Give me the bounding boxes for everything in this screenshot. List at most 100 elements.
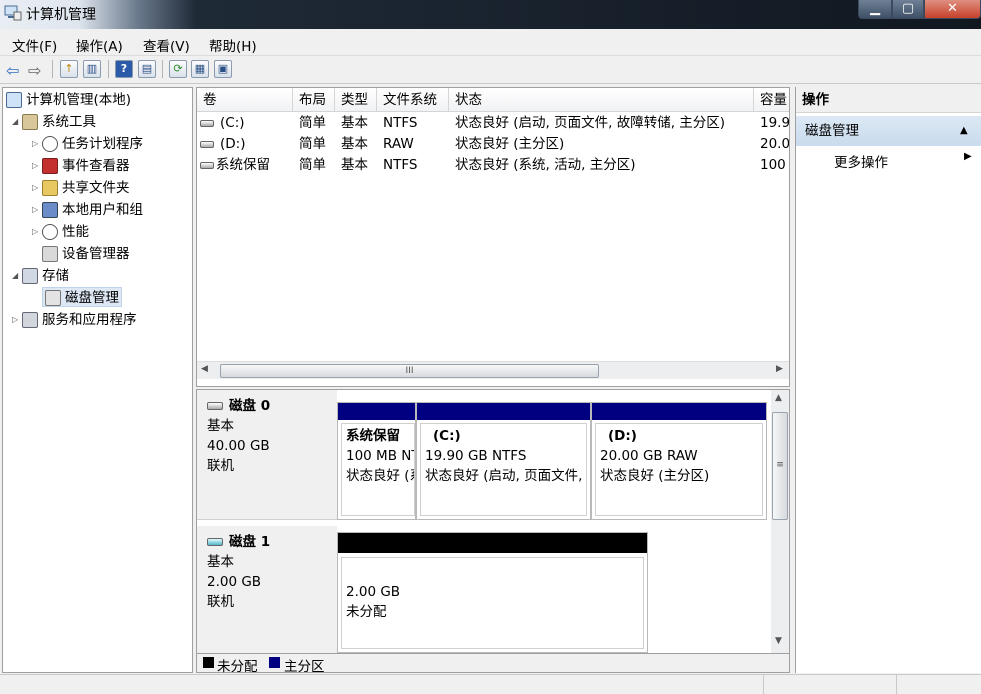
column-header-status[interactable]: 状态 bbox=[449, 88, 754, 112]
submenu-arrow-icon[interactable]: ▶ bbox=[964, 151, 972, 162]
scroll-thumb[interactable]: ≡ bbox=[772, 412, 788, 520]
back-icon[interactable]: ⇦ bbox=[6, 61, 19, 80]
computer-management-icon bbox=[6, 92, 22, 108]
disk-management-icon bbox=[45, 290, 61, 306]
tree-label: 存储 bbox=[42, 268, 69, 284]
collapsed-arrow-icon[interactable]: ▷ bbox=[32, 134, 42, 154]
export-icon[interactable]: ▣ bbox=[214, 60, 232, 78]
column-header-layout[interactable]: 布局 bbox=[293, 88, 335, 112]
tree-item-event-viewer[interactable]: ▷ 事件查看器 bbox=[32, 156, 130, 176]
collapsed-arrow-icon[interactable]: ▷ bbox=[32, 178, 42, 198]
partition-color-bar bbox=[338, 533, 647, 553]
up-icon[interactable]: ↑ bbox=[60, 60, 78, 78]
disk-1-info[interactable]: 磁盘 1 基本 2.00 GB 联机 bbox=[197, 526, 337, 653]
tree-item-device-manager[interactable]: 设备管理器 bbox=[42, 244, 130, 264]
minimize-button[interactable]: ▁ bbox=[858, 0, 892, 19]
partition-status: 未分配 bbox=[346, 604, 387, 620]
legend-swatch-primary bbox=[269, 657, 280, 668]
partition-title: (C:) bbox=[433, 428, 461, 444]
forward-icon[interactable]: ⇨ bbox=[28, 61, 41, 80]
volume-type: 基本 bbox=[341, 157, 368, 173]
partition-unallocated[interactable]: 2.00 GB 未分配 bbox=[337, 532, 648, 653]
tree-item-storage[interactable]: ◢ 存储 bbox=[12, 266, 69, 286]
menu-file[interactable]: 文件(F) bbox=[12, 35, 57, 55]
vertical-scrollbar[interactable]: ▲ ≡ ▼ bbox=[771, 390, 789, 653]
table-row[interactable]: 系统保留 bbox=[200, 155, 292, 176]
expanded-arrow-icon[interactable]: ◢ bbox=[12, 266, 22, 286]
tree-item-task-scheduler[interactable]: ▷ 任务计划程序 bbox=[32, 134, 143, 154]
partition-color-bar bbox=[338, 403, 415, 420]
column-header-filesystem[interactable]: 文件系统 bbox=[377, 88, 449, 112]
volume-name: 系统保留 bbox=[216, 157, 270, 173]
refresh-icon[interactable]: ⟳ bbox=[169, 60, 187, 78]
tree-label: 事件查看器 bbox=[62, 158, 130, 174]
disk-size: 2.00 GB bbox=[207, 574, 262, 590]
title-bar: 计算机管理 ▁ ▢ ✕ bbox=[0, 0, 981, 29]
show-hide-tree-icon[interactable]: ▥ bbox=[83, 60, 101, 78]
tree-item-performance[interactable]: ▷ 性能 bbox=[32, 222, 89, 242]
collapsed-arrow-icon[interactable]: ▷ bbox=[32, 156, 42, 176]
scroll-up-icon[interactable]: ▲ bbox=[775, 393, 782, 403]
tools-icon bbox=[22, 114, 38, 130]
disk-0-info[interactable]: 磁盘 0 基本 40.00 GB 联机 bbox=[197, 390, 337, 520]
tree-item-services-apps[interactable]: ▷ 服务和应用程序 bbox=[12, 310, 137, 330]
partition-status: 状态良好 (主分区) bbox=[600, 468, 710, 484]
column-header-type[interactable]: 类型 bbox=[335, 88, 377, 112]
event-viewer-icon bbox=[42, 158, 58, 174]
tree-label: 任务计划程序 bbox=[62, 136, 143, 152]
table-row[interactable]: (C:) bbox=[200, 113, 292, 134]
menu-action[interactable]: 操作(A) bbox=[76, 35, 123, 55]
tree-label: 磁盘管理 bbox=[65, 290, 119, 306]
partition-system-reserved[interactable]: 系统保留 100 MB NTFS 状态良好 (系统, 活动, 主分区) bbox=[337, 402, 416, 520]
tree-label: 本地用户和组 bbox=[62, 202, 143, 218]
volume-layout: 简单 bbox=[299, 136, 326, 152]
menu-view[interactable]: 查看(V) bbox=[143, 35, 190, 55]
tree-item-local-users[interactable]: ▷ 本地用户和组 bbox=[32, 200, 143, 220]
disk-name: 磁盘 1 bbox=[229, 534, 271, 550]
collapse-arrow-icon[interactable]: ▲ bbox=[960, 116, 968, 146]
scroll-down-icon[interactable]: ▼ bbox=[775, 636, 782, 646]
computer-management-icon bbox=[4, 5, 22, 21]
horizontal-scrollbar[interactable]: ◀ III ▶ bbox=[197, 361, 789, 379]
show-hide-action-icon[interactable]: ▤ bbox=[138, 60, 156, 78]
partition-color-bar bbox=[417, 403, 590, 420]
partition-detail: 2.00 GB bbox=[346, 584, 401, 600]
disk-type: 基本 bbox=[207, 554, 234, 570]
scroll-left-icon[interactable]: ◀ bbox=[201, 364, 208, 374]
properties-icon[interactable]: ▦ bbox=[191, 60, 209, 78]
collapsed-arrow-icon[interactable]: ▷ bbox=[32, 222, 42, 242]
disk-type: 基本 bbox=[207, 418, 234, 434]
partition-title: (D:) bbox=[608, 428, 637, 444]
menu-help[interactable]: 帮助(H) bbox=[209, 35, 257, 55]
more-actions-label: 更多操作 bbox=[834, 155, 888, 171]
tree-item-root[interactable]: 计算机管理(本地) bbox=[6, 90, 131, 110]
column-header-capacity[interactable]: 容量 bbox=[754, 88, 789, 112]
collapsed-arrow-icon[interactable]: ▷ bbox=[12, 310, 22, 330]
collapsed-arrow-icon[interactable]: ▷ bbox=[32, 200, 42, 220]
disk-name: 磁盘 0 bbox=[229, 398, 271, 414]
scroll-thumb[interactable]: III bbox=[220, 364, 599, 378]
volume-capacity: 20.0 bbox=[760, 136, 789, 152]
volume-fs: NTFS bbox=[383, 115, 418, 131]
tree-item-system-tools[interactable]: ◢ 系统工具 bbox=[12, 112, 96, 132]
shared-folder-icon bbox=[42, 180, 58, 196]
column-header-volume[interactable]: 卷 bbox=[197, 88, 293, 112]
storage-icon bbox=[22, 268, 38, 284]
help-icon[interactable]: ? bbox=[115, 60, 133, 78]
legend: 未分配 主分区 bbox=[196, 654, 790, 675]
scroll-right-icon[interactable]: ▶ bbox=[776, 364, 783, 374]
tree-item-shared-folders[interactable]: ▷ 共享文件夹 bbox=[32, 178, 130, 198]
more-actions[interactable]: 更多操作 bbox=[834, 151, 888, 171]
actions-section-disk-management[interactable]: 磁盘管理 ▲ bbox=[796, 116, 981, 146]
partition-d[interactable]: (D:) 20.00 GB RAW 状态良好 (主分区) bbox=[591, 402, 767, 520]
table-row[interactable]: (D:) bbox=[200, 134, 292, 155]
volume-name: (C:) bbox=[220, 115, 245, 131]
maximize-button[interactable]: ▢ bbox=[892, 0, 924, 19]
tree-label: 共享文件夹 bbox=[62, 180, 130, 196]
tree-item-disk-management[interactable]: 磁盘管理 bbox=[42, 287, 122, 307]
expanded-arrow-icon[interactable]: ◢ bbox=[12, 112, 22, 132]
partition-c[interactable]: (C:) 19.90 GB NTFS 状态良好 (启动, 页面文件, 故障转储,… bbox=[416, 402, 591, 520]
close-button[interactable]: ✕ bbox=[924, 0, 981, 19]
actions-pane: 操作 磁盘管理 ▲ 更多操作 ▶ bbox=[795, 87, 981, 673]
partition-detail: 20.00 GB RAW bbox=[600, 448, 698, 464]
